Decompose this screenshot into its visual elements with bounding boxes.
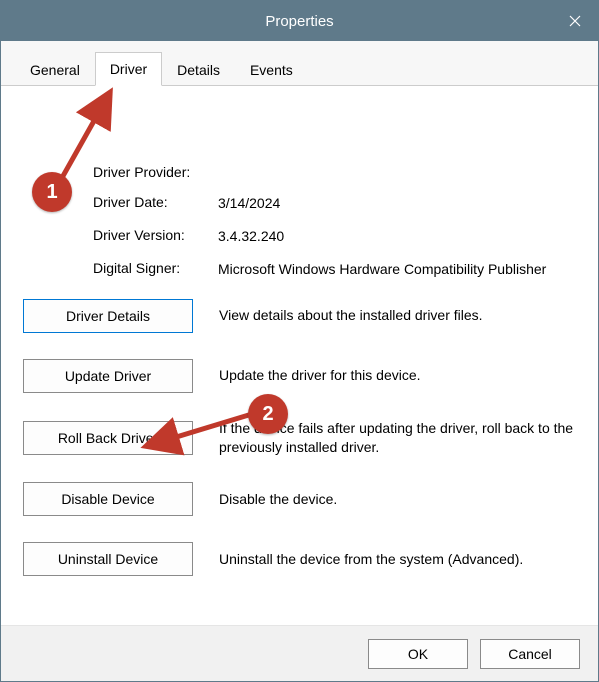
info-row-provider: Driver Provider: <box>93 164 576 180</box>
row-disable-device: Disable Device Disable the device. <box>23 482 576 516</box>
tab-driver[interactable]: Driver <box>95 52 162 86</box>
disable-device-button[interactable]: Disable Device <box>23 482 193 516</box>
row-update-driver: Update Driver Update the driver for this… <box>23 359 576 393</box>
signer-label: Digital Signer: <box>93 260 218 276</box>
dialog-footer: OK Cancel <box>1 625 598 681</box>
update-driver-desc: Update the driver for this device. <box>219 366 576 385</box>
info-row-date: Driver Date: 3/14/2024 <box>93 194 576 213</box>
cancel-button[interactable]: Cancel <box>480 639 580 669</box>
row-uninstall-device: Uninstall Device Uninstall the device fr… <box>23 542 576 576</box>
roll-back-driver-desc: If the device fails after updating the d… <box>219 419 576 457</box>
info-row-signer: Digital Signer: Microsoft Windows Hardwa… <box>93 260 576 279</box>
driver-details-button[interactable]: Driver Details <box>23 299 193 333</box>
date-label: Driver Date: <box>93 194 218 210</box>
tab-general[interactable]: General <box>15 53 95 86</box>
date-value: 3/14/2024 <box>218 194 576 213</box>
close-icon <box>569 15 581 27</box>
info-row-version: Driver Version: 3.4.32.240 <box>93 227 576 246</box>
version-value: 3.4.32.240 <box>218 227 576 246</box>
window-title: Properties <box>265 13 333 30</box>
ok-button[interactable]: OK <box>368 639 468 669</box>
provider-label: Driver Provider: <box>93 164 218 180</box>
signer-value: Microsoft Windows Hardware Compatibility… <box>218 260 576 279</box>
version-label: Driver Version: <box>93 227 218 243</box>
uninstall-device-button[interactable]: Uninstall Device <box>23 542 193 576</box>
disable-device-desc: Disable the device. <box>219 490 576 509</box>
driver-pane: Driver Provider: Driver Date: 3/14/2024 … <box>1 86 598 625</box>
roll-back-driver-button[interactable]: Roll Back Driver <box>23 421 193 455</box>
close-button[interactable] <box>552 1 598 41</box>
uninstall-device-desc: Uninstall the device from the system (Ad… <box>219 550 576 569</box>
row-roll-back-driver: Roll Back Driver If the device fails aft… <box>23 419 576 457</box>
tab-events[interactable]: Events <box>235 53 308 86</box>
tab-details[interactable]: Details <box>162 53 235 86</box>
driver-actions: Driver Details View details about the in… <box>23 299 576 577</box>
tab-row: General Driver Details Events <box>1 41 598 86</box>
driver-details-desc: View details about the installed driver … <box>219 306 576 325</box>
driver-info: Driver Provider: Driver Date: 3/14/2024 … <box>93 164 576 279</box>
update-driver-button[interactable]: Update Driver <box>23 359 193 393</box>
properties-window: Properties General Driver Details Events… <box>0 0 599 682</box>
titlebar: Properties <box>1 1 598 41</box>
row-driver-details: Driver Details View details about the in… <box>23 299 576 333</box>
